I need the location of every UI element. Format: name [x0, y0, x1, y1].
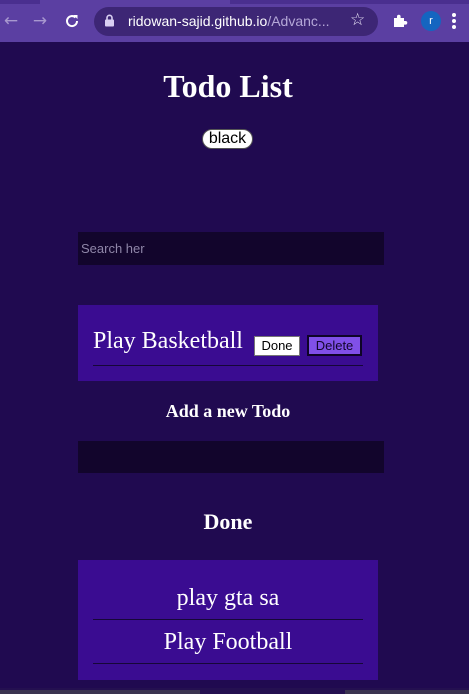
profile-avatar[interactable]: r [421, 11, 441, 31]
puzzle-piece-icon[interactable] [391, 12, 409, 30]
url-host: ridowan-sajid.github.io [128, 13, 268, 29]
bottom-edge-segment [0, 690, 200, 694]
add-todo-heading: Add a new Todo [165, 401, 291, 421]
url-path: /Advanc... [267, 13, 330, 29]
forward-arrow-icon[interactable]: → [29, 10, 51, 32]
browser-toolbar: ← → ridowan-sajid.github.io/Advanc... ☆ … [0, 0, 469, 42]
done-button[interactable]: Done [254, 336, 300, 356]
add-todo-input[interactable] [78, 441, 384, 473]
bottom-edge [0, 688, 469, 694]
bottom-edge-segment [345, 690, 469, 694]
page-title: Todo List [163, 68, 293, 104]
done-heading: Done [203, 509, 253, 534]
address-url[interactable]: ridowan-sajid.github.io/Advanc... [128, 13, 330, 31]
theme-toggle-button[interactable]: black [202, 129, 253, 149]
done-list-item: play gta sa [93, 576, 363, 620]
active-tab[interactable] [40, 0, 230, 4]
profile-initial: r [429, 15, 433, 27]
bookmark-star-icon[interactable]: ☆ [350, 10, 365, 30]
reload-icon[interactable] [61, 10, 83, 32]
done-list-item: Play Football [93, 620, 363, 664]
todo-text: Play Basketball [93, 328, 243, 354]
done-list: play gta sa Play Football [78, 560, 378, 680]
todo-list: Play Basketball Done Delete [78, 305, 378, 381]
todo-item: Play Basketball Done Delete [93, 327, 363, 366]
back-arrow-icon[interactable]: ← [0, 10, 22, 32]
delete-button[interactable]: Delete [307, 335, 362, 356]
lock-icon[interactable] [104, 14, 115, 27]
search-input[interactable] [78, 232, 384, 265]
three-dots-menu-icon[interactable] [451, 11, 457, 31]
